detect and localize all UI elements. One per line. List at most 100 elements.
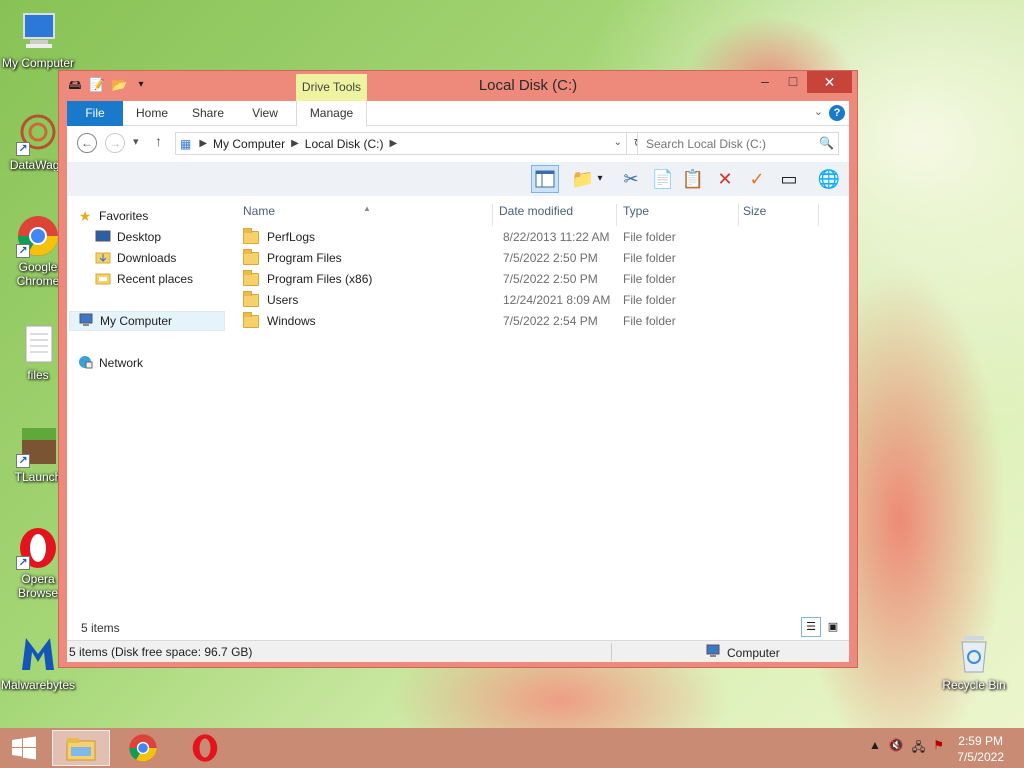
recent-places-icon	[95, 271, 111, 287]
nav-favorites[interactable]: ★ Favorites	[77, 206, 149, 226]
network-icon	[77, 355, 93, 371]
network-button[interactable]: 🌐	[815, 165, 843, 193]
desktop-icon-label: Malwarebytes	[0, 678, 76, 692]
desktop-icon-my-computer[interactable]: My Computer	[0, 10, 76, 70]
breadcrumb-local-disk[interactable]: Local Disk (C:)	[305, 137, 384, 151]
folder-icon	[243, 248, 259, 265]
items-count: 5 items	[81, 621, 120, 635]
folder-icon	[243, 227, 259, 244]
recycle-bin-icon	[952, 632, 996, 676]
status-divider	[611, 643, 612, 661]
malwarebytes-icon	[16, 632, 60, 676]
folder-options-dropdown-icon[interactable]: ▾	[593, 165, 607, 193]
search-input[interactable]	[637, 132, 839, 155]
network-status-icon[interactable]: 🖧	[912, 738, 925, 759]
nav-network[interactable]: Network	[77, 353, 143, 373]
show-hidden-icons-icon[interactable]: ▲	[869, 738, 881, 759]
shortcut-arrow-icon: ↗	[16, 244, 30, 258]
tab-manage[interactable]: Manage	[296, 101, 367, 127]
shortcut-arrow-icon: ↗	[16, 454, 30, 468]
recent-locations-icon[interactable]: ▾	[133, 135, 139, 148]
up-button[interactable]: ↑	[155, 133, 162, 149]
details-view-icon[interactable]: ☰	[801, 617, 821, 637]
folder-icon	[243, 269, 259, 286]
breadcrumb-my-computer[interactable]: My Computer	[213, 137, 285, 151]
title-bar[interactable]: 🖴 📝 📂 ▾ Drive Tools Local Disk (C:) – □ …	[59, 71, 857, 101]
properties-button[interactable]: ✓	[743, 165, 771, 193]
view-switcher: ☰ ▣	[801, 617, 843, 637]
desktop-folder-icon	[95, 229, 111, 245]
column-header-type[interactable]: Type	[623, 204, 739, 226]
chrome-icon: ↗	[16, 214, 60, 258]
star-icon: ★	[78, 208, 92, 224]
maximize-button[interactable]: □	[779, 71, 807, 93]
rename-button[interactable]: ▭	[775, 165, 803, 193]
status-zone: Computer	[705, 644, 780, 661]
taskbar-file-explorer[interactable]	[52, 730, 110, 766]
tab-file[interactable]: File	[67, 101, 123, 126]
large-icons-view-icon[interactable]: ▣	[823, 617, 843, 637]
breadcrumb-separator-icon[interactable]: ▶	[389, 138, 397, 149]
clock-time: 2:59 PM	[958, 734, 1003, 748]
taskbar-chrome[interactable]	[114, 730, 172, 766]
address-bar[interactable]: ▦ ▶ My Computer ▶ Local Disk (C:) ▶ ⌄	[175, 132, 627, 155]
command-toolbar: 📁 ▾ ✂ 📄 📋 ✕ ✓ ▭ 🌐	[67, 162, 849, 196]
preview-pane-button[interactable]	[531, 165, 559, 193]
column-header-size[interactable]: Size	[743, 204, 819, 226]
search-icon[interactable]: 🔍	[819, 136, 834, 150]
folder-icon	[243, 290, 259, 307]
breadcrumb-separator-icon[interactable]: ▶	[291, 138, 299, 149]
table-row[interactable]: Program Files (x86) 7/5/2022 2:50 PM Fil…	[237, 269, 849, 290]
downloads-folder-icon	[95, 250, 111, 266]
tab-share[interactable]: Share	[185, 101, 231, 126]
minecraft-icon: ↗	[16, 424, 60, 468]
column-header-name[interactable]: Name ▲	[237, 204, 493, 226]
explorer-window: 🖴 📝 📂 ▾ Drive Tools Local Disk (C:) – □ …	[58, 70, 858, 668]
computer-icon	[705, 644, 721, 661]
column-header-date[interactable]: Date modified	[499, 204, 617, 226]
clock[interactable]: 2:59 PM 7/5/2022	[957, 733, 1004, 765]
nav-my-computer[interactable]: My Computer	[69, 311, 225, 331]
nav-recent-places[interactable]: Recent places	[95, 269, 193, 289]
forward-button[interactable]: →	[105, 133, 125, 153]
shortcut-arrow-icon: ↗	[16, 142, 30, 156]
file-list: Name ▲ Date modified Type Size PerfLogs …	[237, 196, 849, 636]
start-button[interactable]	[10, 736, 38, 760]
file-explorer-icon	[66, 738, 96, 761]
table-row[interactable]: PerfLogs 8/22/2013 11:22 AM File folder	[237, 227, 849, 248]
drive-icon: ▦	[180, 136, 192, 151]
ribbon-expand-icon[interactable]: ⌄	[814, 105, 823, 118]
status-bar: 5 items (Disk free space: 96.7 GB) Compu…	[67, 640, 849, 662]
shortcut-arrow-icon: ↗	[16, 556, 30, 570]
nav-desktop[interactable]: Desktop	[95, 227, 161, 247]
opera-icon: ↗	[16, 526, 60, 570]
nav-downloads[interactable]: Downloads	[95, 248, 176, 268]
help-icon[interactable]: ?	[829, 105, 845, 121]
navigation-bar: ← → ▾ ↑ ▦ ▶ My Computer ▶ Local Disk (C:…	[67, 126, 849, 162]
minimize-button[interactable]: –	[751, 71, 779, 93]
paste-button[interactable]: 📋	[679, 165, 707, 193]
copy-button[interactable]: 📄	[649, 165, 677, 193]
clock-date: 7/5/2022	[957, 750, 1004, 764]
navigation-pane: ★ Favorites Desktop Downloads Recent pla…	[67, 196, 237, 636]
desktop-icon-recycle-bin[interactable]: Recycle Bin	[936, 632, 1012, 692]
cut-button[interactable]: ✂	[617, 165, 645, 193]
action-center-icon[interactable]: ⚑	[933, 738, 944, 759]
system-tray: ▲ 🔇 🖧 ⚑	[869, 738, 944, 759]
delete-button[interactable]: ✕	[711, 165, 739, 193]
breadcrumb-separator-icon[interactable]: ▶	[199, 138, 207, 149]
taskbar: ▲ 🔇 🖧 ⚑ 2:59 PM 7/5/2022	[0, 728, 1024, 768]
taskbar-opera[interactable]	[176, 730, 234, 766]
table-row[interactable]: Windows 7/5/2022 2:54 PM File folder	[237, 311, 849, 332]
table-row[interactable]: Program Files 7/5/2022 2:50 PM File fold…	[237, 248, 849, 269]
back-button[interactable]: ←	[77, 133, 97, 153]
desktop-icon-label: My Computer	[1, 56, 75, 70]
tab-home[interactable]: Home	[129, 101, 175, 126]
table-row[interactable]: Users 12/24/2021 8:09 AM File folder	[237, 290, 849, 311]
volume-muted-icon[interactable]: 🔇	[889, 738, 904, 759]
address-dropdown-icon[interactable]: ⌄	[614, 137, 622, 148]
computer-icon	[78, 313, 94, 329]
tab-view[interactable]: View	[243, 101, 287, 126]
text-file-icon	[16, 322, 60, 366]
close-button[interactable]: ✕	[807, 71, 852, 93]
